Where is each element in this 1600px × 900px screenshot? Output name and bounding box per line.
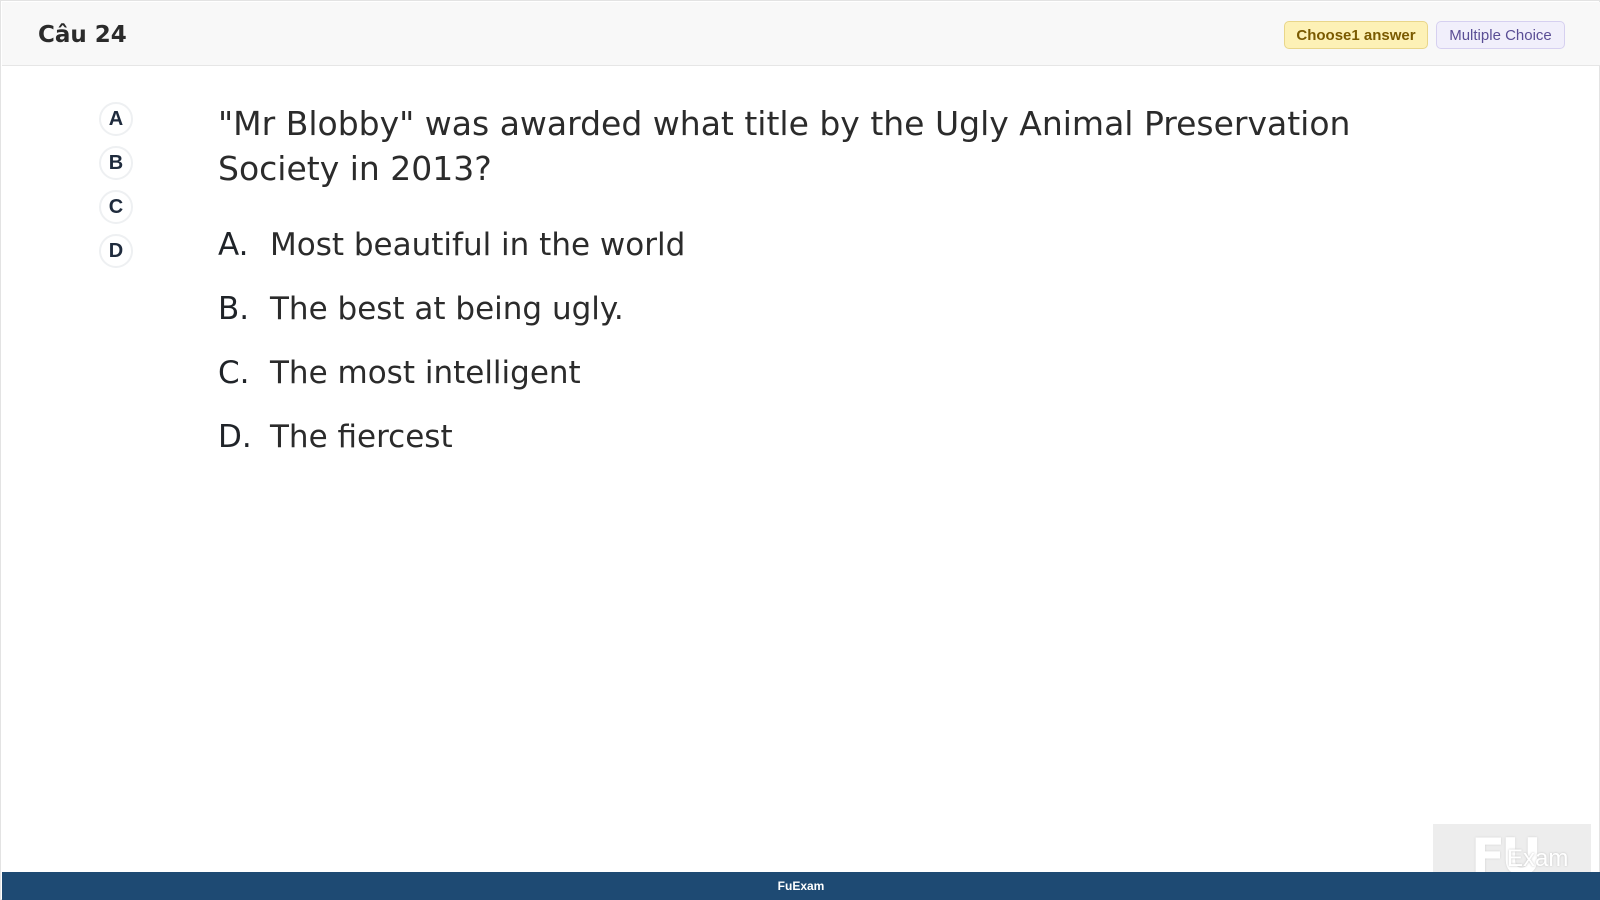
option-text: The fiercest — [270, 419, 453, 455]
question-header: Câu 24 Choose1 answer Multiple Choice — [2, 2, 1600, 66]
option-text: Most beautiful in the world — [270, 227, 686, 263]
question-number: Câu 24 — [38, 22, 127, 48]
option-letter: A. — [218, 227, 249, 263]
option-letter: D. — [218, 419, 252, 455]
options-list: A. Most beautiful in the world B. The be… — [218, 213, 1118, 469]
choose-answer-badge: Choose1 answer — [1284, 21, 1428, 49]
option-letter: C. — [218, 355, 250, 391]
option-text: The most intelligent — [270, 355, 581, 391]
option-letter: B. — [218, 291, 250, 327]
watermark-logo-text: Exam — [1507, 845, 1569, 872]
question-type-badge: Multiple Choice — [1436, 21, 1565, 49]
question-text: "Mr Blobby" was awarded what title by th… — [218, 104, 1351, 188]
answer-choice-d-button[interactable]: D — [99, 234, 133, 268]
answer-choice-a-button[interactable]: A — [99, 102, 133, 136]
answer-choice-b-button[interactable]: B — [99, 146, 133, 180]
answer-selector: A B C D — [99, 102, 135, 278]
option-c[interactable]: C. The most intelligent — [218, 341, 1118, 405]
answer-choice-c-button[interactable]: C — [99, 190, 133, 224]
footer-bar: FuExam — [2, 872, 1600, 900]
option-d[interactable]: D. The fiercest — [218, 405, 1118, 469]
app-frame: Câu 24 Choose1 answer Multiple Choice A … — [0, 0, 1600, 900]
footer-brand: FuExam — [777, 879, 825, 893]
option-b[interactable]: B. The best at being ugly. — [218, 277, 1118, 341]
option-text: The best at being ugly. — [270, 291, 624, 327]
option-a[interactable]: A. Most beautiful in the world — [218, 213, 1118, 277]
